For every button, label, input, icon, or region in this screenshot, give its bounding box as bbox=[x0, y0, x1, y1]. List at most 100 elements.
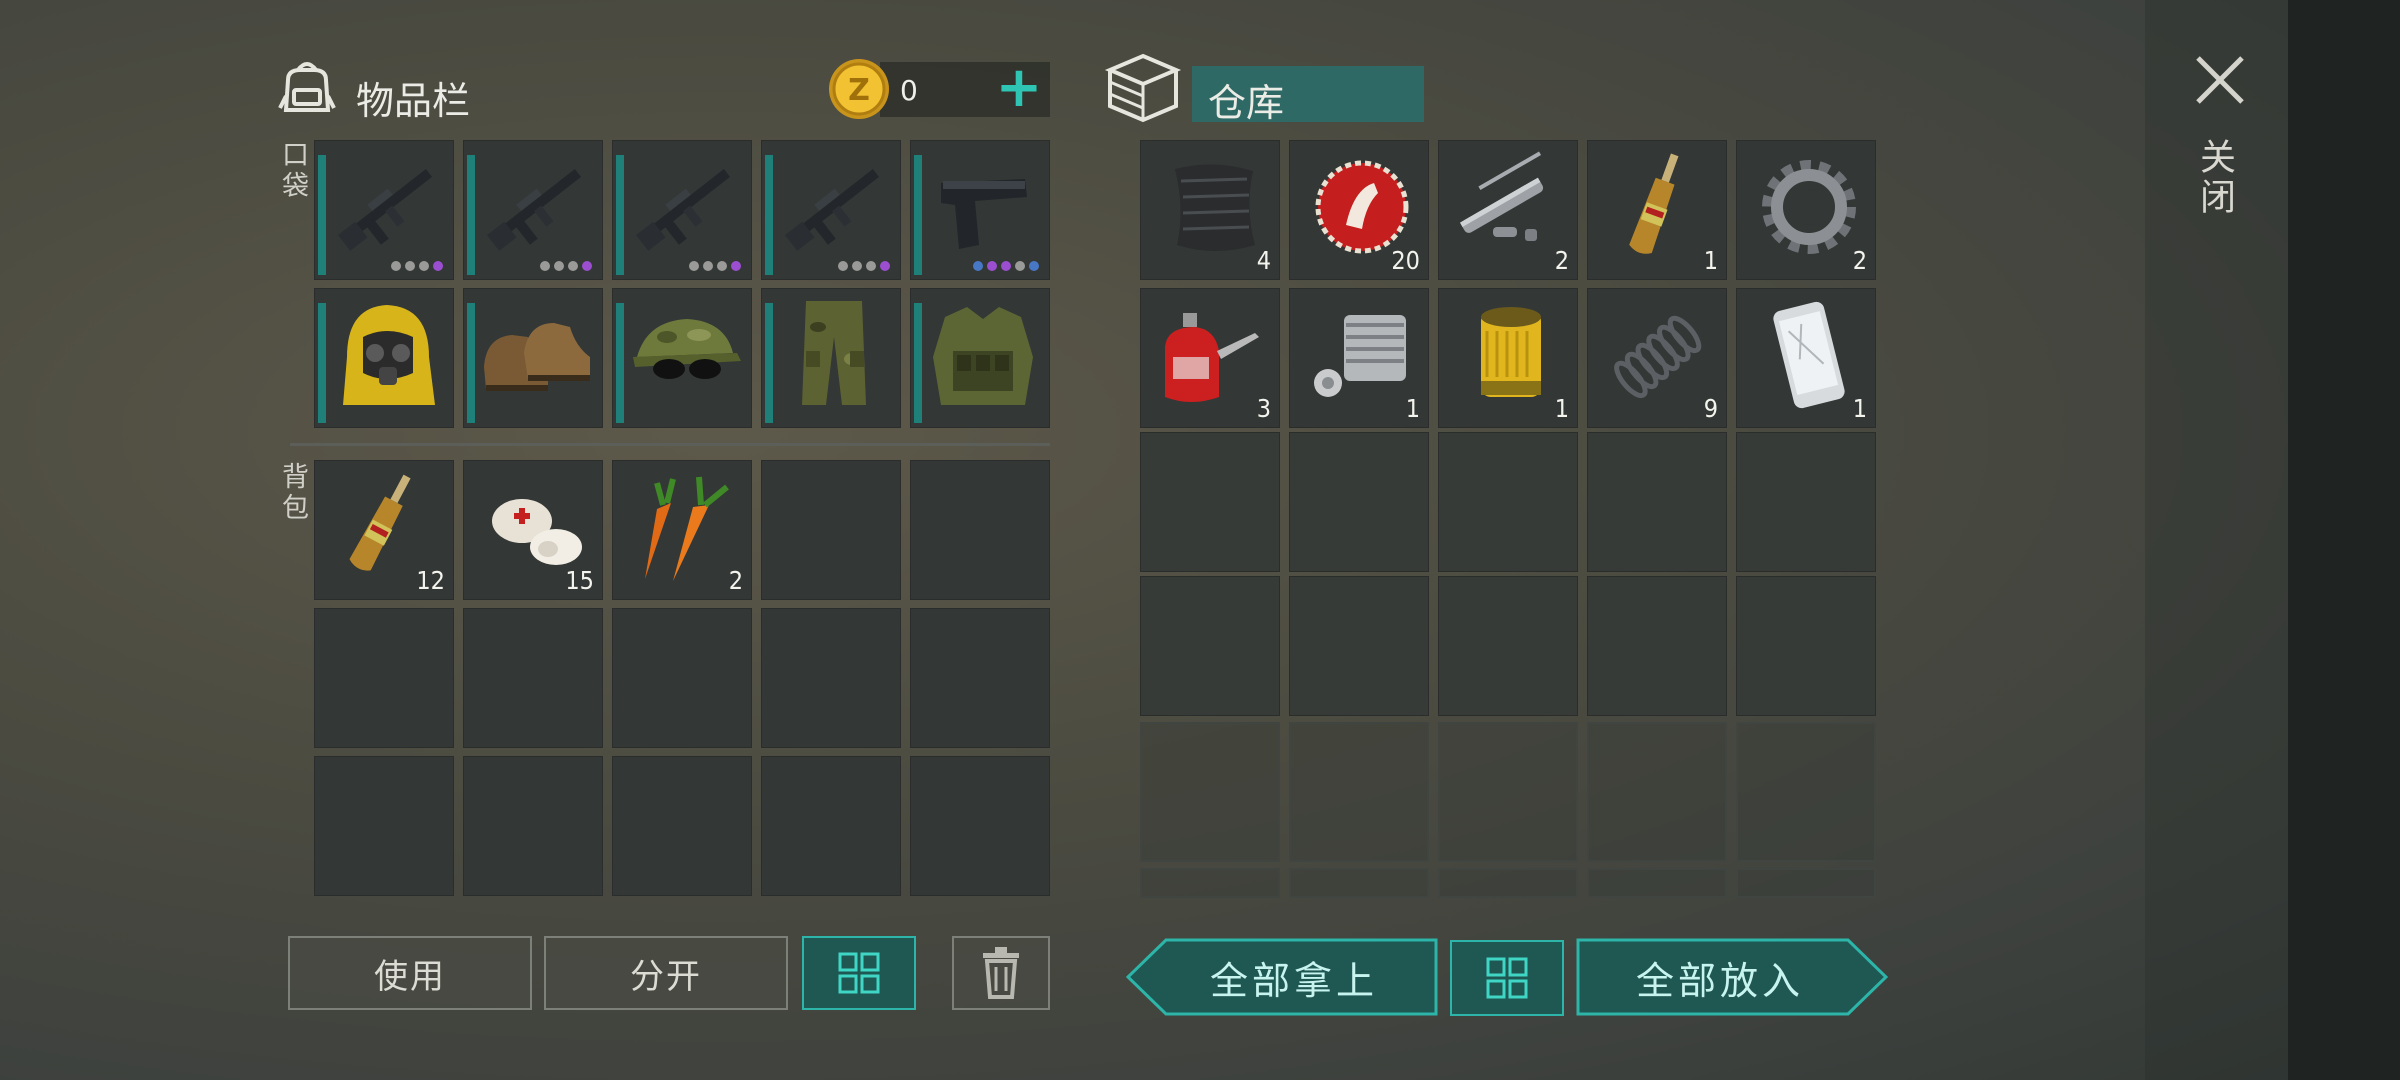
ampoule-icon bbox=[1629, 153, 1679, 254]
item-count: 1 bbox=[1852, 394, 1867, 423]
warehouse-slot-13[interactable] bbox=[1438, 432, 1578, 572]
warehouse-slot-locked bbox=[1438, 722, 1578, 862]
equip-slot-weapon-4[interactable] bbox=[761, 140, 901, 280]
backpack-slot-5[interactable] bbox=[910, 460, 1050, 600]
inventory-title: 物品栏 bbox=[356, 79, 471, 123]
warehouse-slot-16[interactable] bbox=[1140, 576, 1280, 716]
assault-rifle-icon bbox=[486, 169, 582, 251]
add-coins-button[interactable]: + bbox=[990, 60, 1048, 117]
sort-inventory-button[interactable] bbox=[802, 936, 916, 1010]
equip-slot-head[interactable] bbox=[314, 288, 454, 428]
backpack-slot-15[interactable] bbox=[910, 756, 1050, 896]
boots-icon bbox=[484, 323, 590, 391]
warehouse-slot-locked bbox=[1289, 868, 1429, 898]
warehouse-slot-locked bbox=[1140, 722, 1280, 862]
trash-icon bbox=[983, 947, 1019, 999]
oil-filter-icon bbox=[1481, 307, 1541, 397]
smartphone-icon bbox=[1773, 301, 1845, 409]
backpack-slot-6[interactable] bbox=[314, 608, 454, 748]
take-all-label: 全部拿上 bbox=[1209, 958, 1378, 1003]
warehouse-slot-18[interactable] bbox=[1438, 576, 1578, 716]
warehouse-slot-14[interactable] bbox=[1587, 432, 1727, 572]
item-count: 20 bbox=[1391, 246, 1420, 275]
take-all-button[interactable]: 全部拿上 bbox=[1126, 938, 1438, 1016]
coin-count: 0 bbox=[900, 74, 918, 107]
camo-cap-sunglasses-icon bbox=[633, 319, 741, 379]
backpack-slot-4[interactable] bbox=[761, 460, 901, 600]
item-count: 2 bbox=[1554, 246, 1569, 275]
equip-slot-legs[interactable] bbox=[761, 288, 901, 428]
item-count: 4 bbox=[1256, 246, 1271, 275]
pipe-parts-icon bbox=[1459, 151, 1544, 241]
close-label[interactable]: 关闭 bbox=[2194, 138, 2240, 218]
item-count: 9 bbox=[1703, 394, 1718, 423]
equip-slot-pistol[interactable] bbox=[910, 140, 1050, 280]
item-count: 1 bbox=[1703, 246, 1718, 275]
backpack-slot-3[interactable]: 2 bbox=[612, 460, 752, 600]
backpack-icon bbox=[278, 62, 336, 112]
warehouse-slot-3[interactable]: 2 bbox=[1438, 140, 1578, 280]
equip-slot-weapon-3[interactable] bbox=[612, 140, 752, 280]
warehouse-slot-12[interactable] bbox=[1289, 432, 1429, 572]
backpack-slot-11[interactable] bbox=[314, 756, 454, 896]
backpack-slot-1[interactable]: 12 bbox=[314, 460, 454, 600]
warehouse-slot-19[interactable] bbox=[1587, 576, 1727, 716]
grid-icon bbox=[838, 952, 880, 994]
warehouse-slot-locked bbox=[1736, 868, 1876, 898]
grid-icon bbox=[1486, 957, 1528, 999]
equip-slot-weapon-2[interactable] bbox=[463, 140, 603, 280]
tactical-vest-icon bbox=[933, 307, 1033, 405]
backpack-slot-13[interactable] bbox=[612, 756, 752, 896]
backpack-slot-7[interactable] bbox=[463, 608, 603, 748]
equip-slot-feet[interactable] bbox=[463, 288, 603, 428]
pistol-icon bbox=[941, 179, 1027, 249]
warehouse-slot-9[interactable]: 9 bbox=[1587, 288, 1727, 428]
assault-rifle-icon bbox=[337, 169, 433, 251]
use-button[interactable]: 使用 bbox=[288, 936, 532, 1010]
svg-text:Z: Z bbox=[848, 73, 870, 108]
warehouse-slot-6[interactable]: 3 bbox=[1140, 288, 1280, 428]
item-count: 12 bbox=[416, 566, 445, 595]
warehouse-slot-5[interactable]: 2 bbox=[1736, 140, 1876, 280]
backpack-slot-12[interactable] bbox=[463, 756, 603, 896]
item-count: 15 bbox=[565, 566, 594, 595]
trash-button[interactable] bbox=[952, 936, 1050, 1010]
warehouse-slot-11[interactable] bbox=[1140, 432, 1280, 572]
warehouse-slot-locked bbox=[1140, 868, 1280, 898]
warehouse-slot-7[interactable]: 1 bbox=[1289, 288, 1429, 428]
warehouse-slot-8[interactable]: 1 bbox=[1438, 288, 1578, 428]
item-count: 3 bbox=[1256, 394, 1271, 423]
put-all-button[interactable]: 全部放入 bbox=[1576, 938, 1888, 1016]
warehouse-slot-locked bbox=[1587, 868, 1727, 898]
warehouse-slot-10[interactable]: 1 bbox=[1736, 288, 1876, 428]
carbon-fabric-icon bbox=[1175, 164, 1255, 251]
item-count: 2 bbox=[728, 566, 743, 595]
warehouse-slot-4[interactable]: 1 bbox=[1587, 140, 1727, 280]
warehouse-slot-locked bbox=[1438, 868, 1578, 898]
engine-cylinder-icon bbox=[1314, 315, 1406, 397]
warehouse-slot-locked bbox=[1587, 722, 1727, 862]
equip-slot-hat[interactable] bbox=[612, 288, 752, 428]
equip-slot-body[interactable] bbox=[910, 288, 1050, 428]
warehouse-slot-1[interactable]: 4 bbox=[1140, 140, 1280, 280]
sort-warehouse-button[interactable] bbox=[1450, 940, 1564, 1016]
equip-slot-weapon-1[interactable] bbox=[314, 140, 454, 280]
warehouse-slot-15[interactable] bbox=[1736, 432, 1876, 572]
backpack-slot-9[interactable] bbox=[761, 608, 901, 748]
backpack-slot-2[interactable]: 15 bbox=[463, 460, 603, 600]
pocket-label: 口袋 bbox=[277, 140, 308, 202]
camo-pants-icon bbox=[802, 301, 866, 405]
backpack-slot-8[interactable] bbox=[612, 608, 752, 748]
split-button[interactable]: 分开 bbox=[544, 936, 788, 1010]
item-count: 2 bbox=[1852, 246, 1867, 275]
warehouse-slot-17[interactable] bbox=[1289, 576, 1429, 716]
backpack-slot-10[interactable] bbox=[910, 608, 1050, 748]
screen-edge bbox=[2288, 0, 2400, 1080]
warehouse-slot-2[interactable]: 20 bbox=[1289, 140, 1429, 280]
assault-rifle-icon bbox=[784, 169, 880, 251]
spring-icon bbox=[1614, 315, 1702, 399]
backpack-slot-14[interactable] bbox=[761, 756, 901, 896]
warehouse-slot-20[interactable] bbox=[1736, 576, 1876, 716]
section-divider bbox=[290, 443, 1050, 446]
close-icon[interactable] bbox=[2190, 50, 2250, 110]
